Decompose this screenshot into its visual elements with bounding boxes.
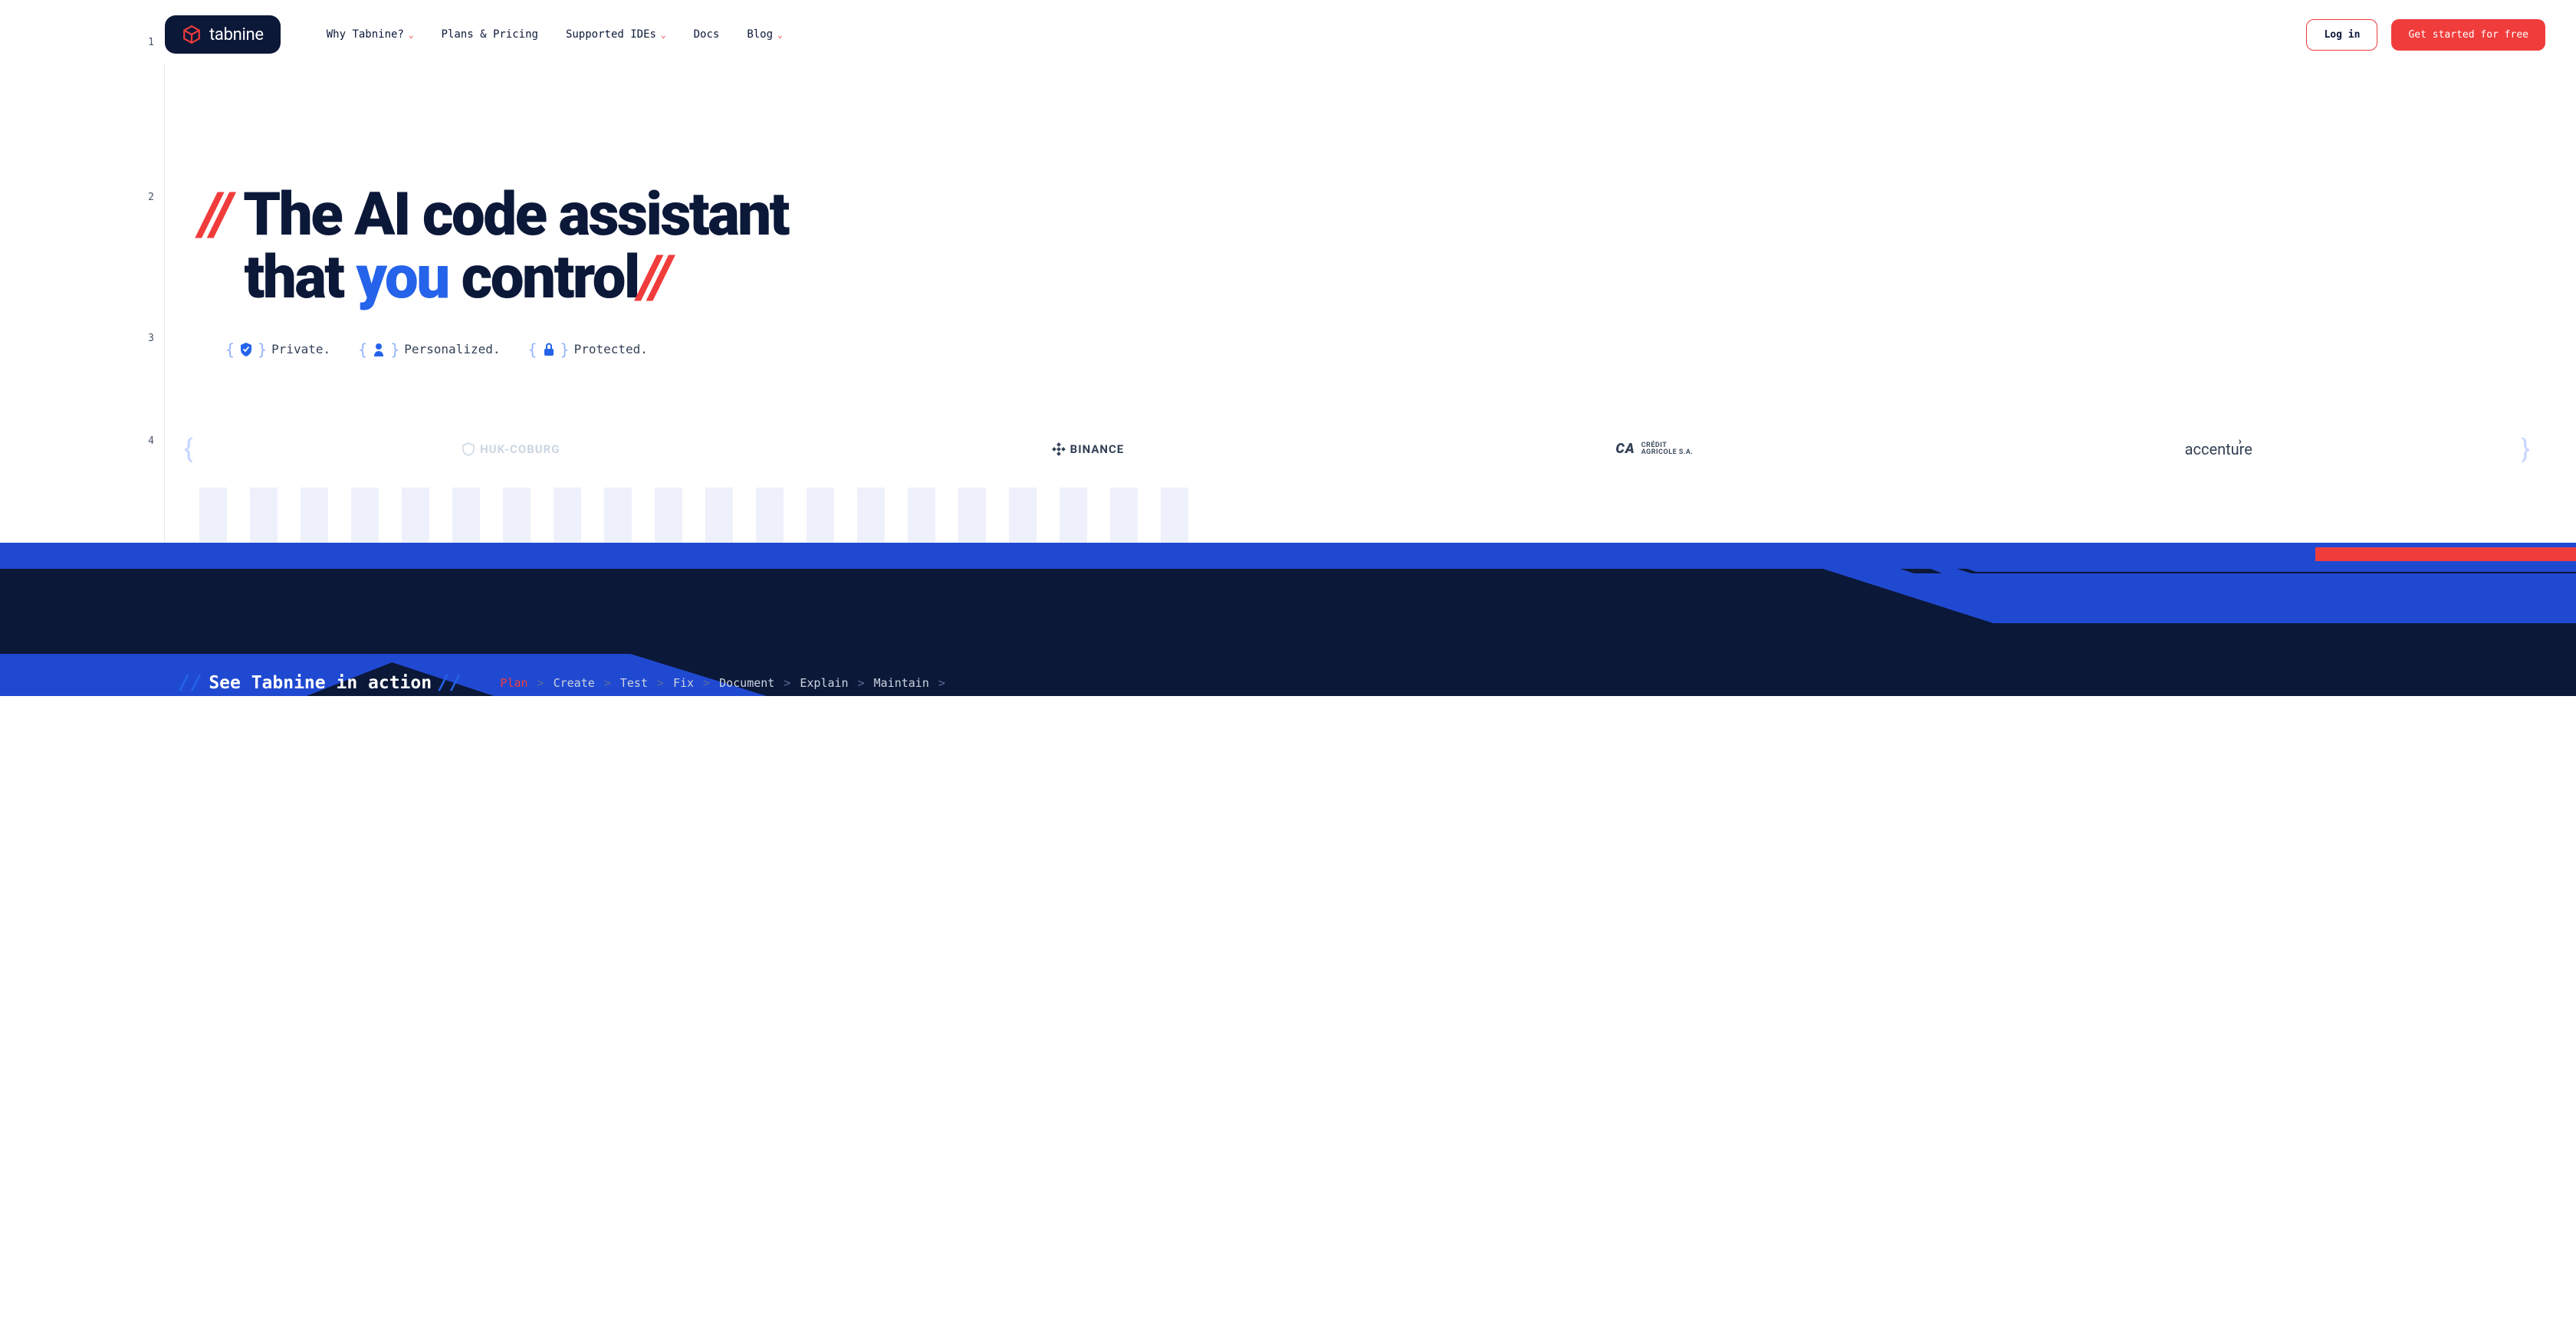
- brace-icon: }: [2521, 434, 2530, 465]
- nav-plans[interactable]: Plans & Pricing: [442, 28, 538, 41]
- main-nav: Why Tabnine? ⌄ Plans & Pricing Supported…: [327, 28, 783, 41]
- logo-text: tabnine: [209, 25, 264, 44]
- chevron-down-icon: ⌄: [777, 30, 783, 40]
- feature-label: Personalized.: [404, 342, 500, 356]
- get-started-button[interactable]: Get started for free: [2391, 19, 2545, 51]
- action-title: // See Tabnine in action //: [179, 672, 462, 694]
- brace-icon: }: [560, 340, 570, 359]
- nav-supported-ides[interactable]: Supported IDEs ⌄: [566, 28, 666, 41]
- logo[interactable]: tabnine: [165, 15, 281, 54]
- nav-label: Blog: [747, 28, 773, 41]
- feature-protected: { } Protected.: [527, 340, 647, 359]
- client-name: AGRICOLE S.A.: [1641, 449, 1694, 456]
- hero: // The AI code assistant that you contro…: [0, 69, 2576, 359]
- nav-docs[interactable]: Docs: [694, 28, 720, 41]
- slash-decor: //: [179, 672, 202, 694]
- step-document[interactable]: Document: [719, 676, 774, 690]
- client-name: BINANCE: [1070, 442, 1125, 456]
- slash-decor: //: [199, 180, 243, 250]
- nav-why-tabnine[interactable]: Why Tabnine? ⌄: [327, 28, 414, 41]
- brace-icon: {: [225, 340, 235, 359]
- lock-icon: [542, 343, 556, 356]
- step-fix[interactable]: Fix: [673, 676, 694, 690]
- feature-list: { } Private. { } Personalized. {: [199, 340, 2545, 359]
- login-button[interactable]: Log in: [2306, 19, 2377, 51]
- brace-icon: {: [358, 340, 367, 359]
- action-row: // See Tabnine in action // Plan > Creat…: [165, 672, 2576, 694]
- brace-icon: {: [527, 340, 537, 359]
- slash-decor: //: [438, 672, 462, 694]
- header: tabnine Why Tabnine? ⌄ Plans & Pricing S…: [0, 0, 2576, 69]
- hero-line2-pre: that: [245, 243, 356, 313]
- client-logo-credit-agricole: CA CRÉDIT AGRICOLE S.A.: [1615, 441, 1693, 457]
- feature-label: Private.: [271, 342, 330, 356]
- client-name: accenture: [2185, 440, 2252, 458]
- nav-blog[interactable]: Blog ⌄: [747, 28, 782, 41]
- feature-personalized: { } Personalized.: [358, 340, 500, 359]
- decorative-bars: [0, 488, 2576, 543]
- step-explain[interactable]: Explain: [800, 676, 848, 690]
- nav-label: Plans & Pricing: [442, 28, 538, 41]
- step-plan[interactable]: Plan: [500, 676, 527, 690]
- client-logo-accenture: accenture ›: [2185, 440, 2252, 458]
- brace-icon: }: [258, 340, 267, 359]
- bottom-section: // See Tabnine in action // Plan > Creat…: [0, 543, 2576, 696]
- client-name: HUK-COBURG: [480, 442, 560, 456]
- header-actions: Log in Get started for free: [2306, 19, 2545, 51]
- action-title-text: See Tabnine in action: [209, 673, 432, 693]
- red-accent-bar: [2315, 547, 2576, 561]
- step-test[interactable]: Test: [620, 676, 648, 690]
- client-logos: { HUK-COBURG BINANCE CA CRÉDIT AGRICOLE …: [0, 434, 2576, 465]
- client-logo-binance: BINANCE: [1052, 442, 1125, 456]
- client-logo-huk: HUK-COBURG: [462, 442, 560, 456]
- chevron-down-icon: ⌄: [409, 30, 414, 40]
- person-icon: [372, 343, 386, 356]
- nav-label: Docs: [694, 28, 720, 41]
- hero-heading: // The AI code assistant that you contro…: [199, 184, 2545, 310]
- logo-icon: [182, 25, 202, 44]
- hero-line2-post: control: [449, 243, 639, 313]
- feature-label: Protected.: [574, 342, 648, 356]
- slash-decor: //: [639, 243, 669, 313]
- nav-label: Supported IDEs: [566, 28, 656, 41]
- shield-check-icon: [239, 343, 253, 356]
- workflow-steps: Plan > Create > Test > Fix > Document > …: [500, 676, 945, 690]
- chevron-down-icon: ⌄: [661, 30, 666, 40]
- step-maintain[interactable]: Maintain: [874, 676, 929, 690]
- step-create[interactable]: Create: [554, 676, 595, 690]
- hero-line1: The AI code assistant: [243, 180, 788, 250]
- brace-icon: {: [184, 434, 193, 465]
- hero-highlight: you: [356, 243, 449, 313]
- nav-label: Why Tabnine?: [327, 28, 404, 41]
- feature-private: { } Private.: [225, 340, 330, 359]
- brace-icon: }: [390, 340, 399, 359]
